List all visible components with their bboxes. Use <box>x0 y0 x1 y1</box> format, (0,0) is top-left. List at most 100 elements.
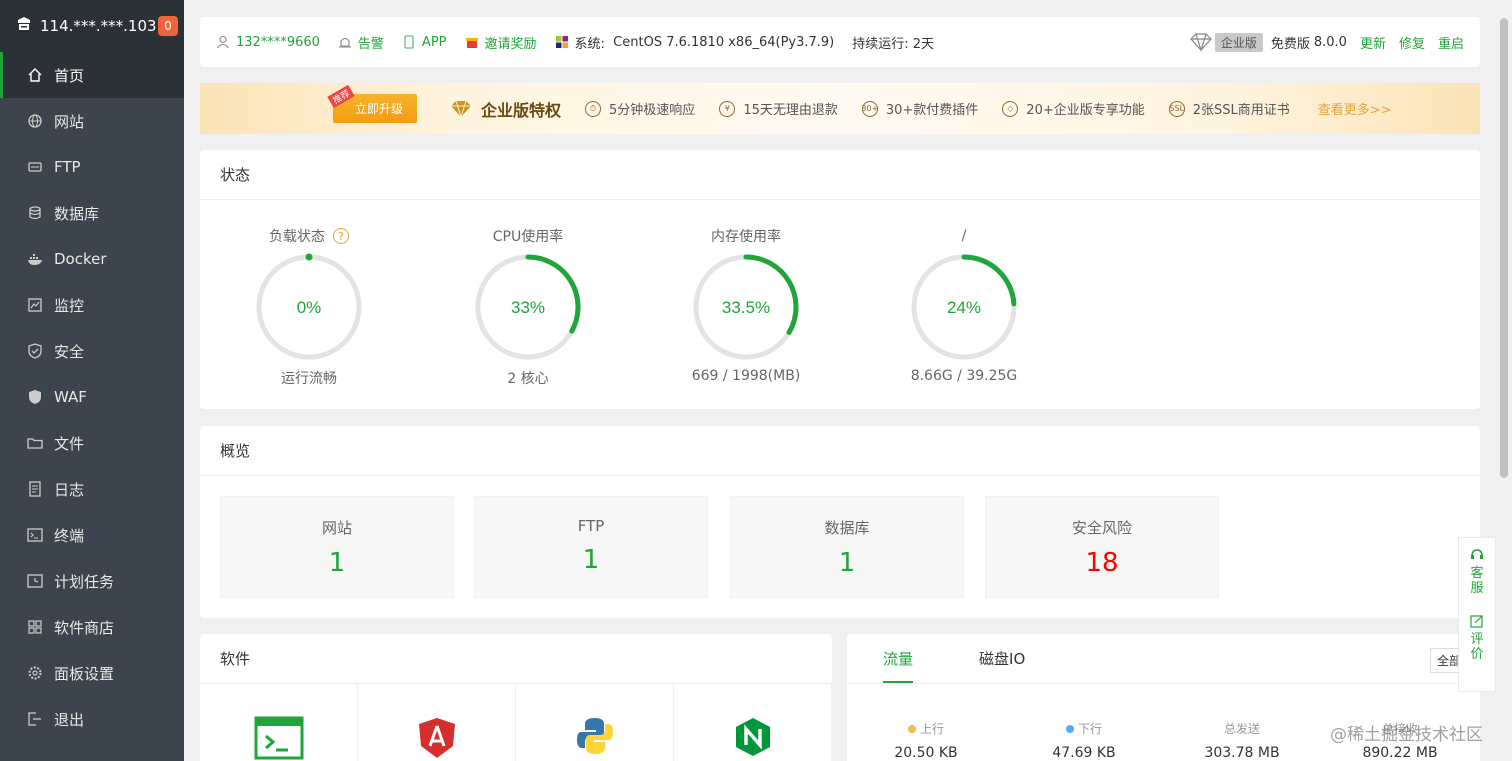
enterprise-tag[interactable]: 企业版 <box>1214 32 1263 52</box>
stat-label: 下行 <box>1077 722 1102 736</box>
stat-value: 890.22 MB <box>1362 745 1438 761</box>
benefit-refund: ¥15天无理由退款 <box>719 99 838 118</box>
cpu-gauge[interactable]: CPU使用率 33% 2 核心 <box>433 226 623 388</box>
stat-upload: 上行 20.50 KB <box>847 720 1005 761</box>
overview-security-risk[interactable]: 安全风险 18 <box>985 496 1219 598</box>
gauge-title: 负载状态? <box>214 226 404 246</box>
gauge-title-text: CPU使用率 <box>492 229 564 245</box>
sidebar-item-security[interactable]: 安全 <box>0 328 184 374</box>
sidebar-item-home[interactable]: 首页 <box>0 52 184 98</box>
sidebar-item-label: 数据库 <box>54 204 100 223</box>
gauge-value: 24% <box>947 298 981 317</box>
upgrade-button[interactable]: 推荐 立即升级 <box>327 84 418 123</box>
sidebar-item-ftp[interactable]: FTP <box>0 144 184 190</box>
download-dot-icon <box>1065 724 1074 733</box>
system-info: 系统: CentOS 7.6.1810 x86_64(Py3.7.9) <box>555 33 835 52</box>
overview-database[interactable]: 数据库 1 <box>730 496 964 598</box>
user-account[interactable]: 132****9660 <box>216 35 320 50</box>
overview-label: 数据库 <box>824 519 870 537</box>
sidebar-item-files[interactable]: 文件 <box>0 420 184 466</box>
system-label: 系统: <box>574 36 605 52</box>
customer-service-button[interactable]: 客服 <box>1470 548 1484 596</box>
sidebar-item-label: 软件商店 <box>54 618 115 637</box>
app-label: APP <box>421 34 447 50</box>
alarm-icon <box>338 37 351 48</box>
gauge-title: / <box>869 226 1059 246</box>
invite-label: 邀请奖励 <box>484 36 537 52</box>
benefit-label: 20+企业版专享功能 <box>1026 103 1145 118</box>
benefit-plugins: 30+ 30+款付费插件 <box>861 99 978 118</box>
sidebar-item-terminal[interactable]: 终端 <box>0 512 184 558</box>
sidebar-item-docker[interactable]: Docker <box>0 236 184 282</box>
benefit-label: 5分钟极速响应 <box>609 103 696 118</box>
gauge-title-text: 内存使用率 <box>711 229 781 245</box>
uptime: 持续运行: 2天 <box>852 36 935 52</box>
invite-link[interactable]: 邀请奖励 <box>465 33 537 52</box>
overview-label: 网站 <box>321 519 352 537</box>
ssl-icon: SSL <box>1168 100 1185 117</box>
sidebar-item-logout[interactable]: 退出 <box>0 696 184 742</box>
gauge-subtitle: 669 / 1998(MB) <box>691 368 801 384</box>
update-button[interactable]: 更新 <box>1360 33 1386 52</box>
software-grid <box>200 684 832 761</box>
clock-icon <box>26 572 44 590</box>
overview-value: 1 <box>838 548 856 578</box>
disk-gauge[interactable]: / 24% 8.66G / 39.25G <box>869 226 1059 384</box>
diamond-icon <box>1190 33 1212 52</box>
restart-button[interactable]: 重启 <box>1438 33 1464 52</box>
see-more-link[interactable]: 查看更多>> <box>1318 99 1392 118</box>
sidebar-item-logs[interactable]: 日志 <box>0 466 184 512</box>
sidebar-item-cron[interactable]: 计划任务 <box>0 558 184 604</box>
sidebar-item-website[interactable]: 网站 <box>0 98 184 144</box>
tab-traffic[interactable]: 流量 <box>883 648 914 683</box>
sidebar-item-label: 日志 <box>54 480 85 499</box>
nginx-icon <box>735 718 770 756</box>
software-firewall[interactable] <box>358 684 516 761</box>
software-panel: 软件 <box>200 634 832 761</box>
alarm-link[interactable]: 告警 <box>338 33 384 52</box>
shield-icon <box>26 342 44 360</box>
top-info-bar: 132****9660 告警 APP 邀请奖励 系统: CentOS 7.6.1… <box>200 17 1480 67</box>
sidebar-item-settings[interactable]: 面板设置 <box>0 650 184 696</box>
watermark: @稀土掘金技术社区 <box>1330 725 1483 745</box>
tab-disk-io[interactable]: 磁盘IO <box>979 648 1025 683</box>
app-link[interactable]: APP <box>402 35 447 50</box>
user-icon <box>217 35 229 49</box>
benefit-response: ⏱ 5分钟极速响应 <box>585 99 695 118</box>
server-header[interactable]: 114.***.***.103 0 <box>0 0 184 52</box>
feature-diamond-icon: ◇ <box>1002 100 1019 117</box>
gift-icon <box>465 38 478 48</box>
memory-gauge[interactable]: 内存使用率 33.5% 669 / 1998(MB) <box>651 226 841 384</box>
sidebar-item-database[interactable]: 数据库 <box>0 190 184 236</box>
overview-website[interactable]: 网站 1 <box>220 496 454 598</box>
gauge-title: 内存使用率 <box>651 226 841 246</box>
folder-icon <box>26 434 44 452</box>
globe-icon <box>26 112 44 130</box>
centos-icon <box>555 36 568 48</box>
software-nginx[interactable] <box>674 684 832 761</box>
sidebar-item-monitor[interactable]: 监控 <box>0 282 184 328</box>
stat-label: 上行 <box>919 722 944 736</box>
gauge-ring: 33% <box>475 254 581 360</box>
help-icon[interactable]: ? <box>333 228 349 244</box>
overview-label: 安全风险 <box>1071 519 1132 537</box>
scrollbar-thumb[interactable] <box>1500 18 1508 478</box>
repair-button[interactable]: 修复 <box>1399 33 1425 52</box>
load-gauge[interactable]: 负载状态? 0% 运行流畅 <box>214 226 404 388</box>
page-scrollbar[interactable] <box>1496 0 1512 761</box>
gauge-subtitle: 2 核心 <box>507 371 549 387</box>
notification-badge[interactable]: 0 <box>158 16 178 36</box>
sidebar-item-waf[interactable]: WAF <box>0 374 184 420</box>
sidebar-item-label: 退出 <box>54 710 85 729</box>
system-value: CentOS 7.6.1810 x86_64(Py3.7.9) <box>613 34 835 50</box>
status-panel: 状态 负载状态? 0% 运行流畅 CPU使用率 33% 2 核心 内存使用率 3… <box>200 150 1480 409</box>
software-terminal[interactable] <box>200 684 358 761</box>
software-python[interactable] <box>516 684 674 761</box>
version-number: 8.0.0 <box>1313 34 1347 50</box>
overview-title: 概览 <box>200 426 1480 476</box>
sidebar-item-store[interactable]: 软件商店 <box>0 604 184 650</box>
app-icon <box>404 35 414 49</box>
benefit-label: 15天无理由退款 <box>743 103 838 118</box>
rate-button[interactable]: 评价 <box>1470 614 1484 662</box>
overview-ftp[interactable]: FTP 1 <box>474 496 708 598</box>
